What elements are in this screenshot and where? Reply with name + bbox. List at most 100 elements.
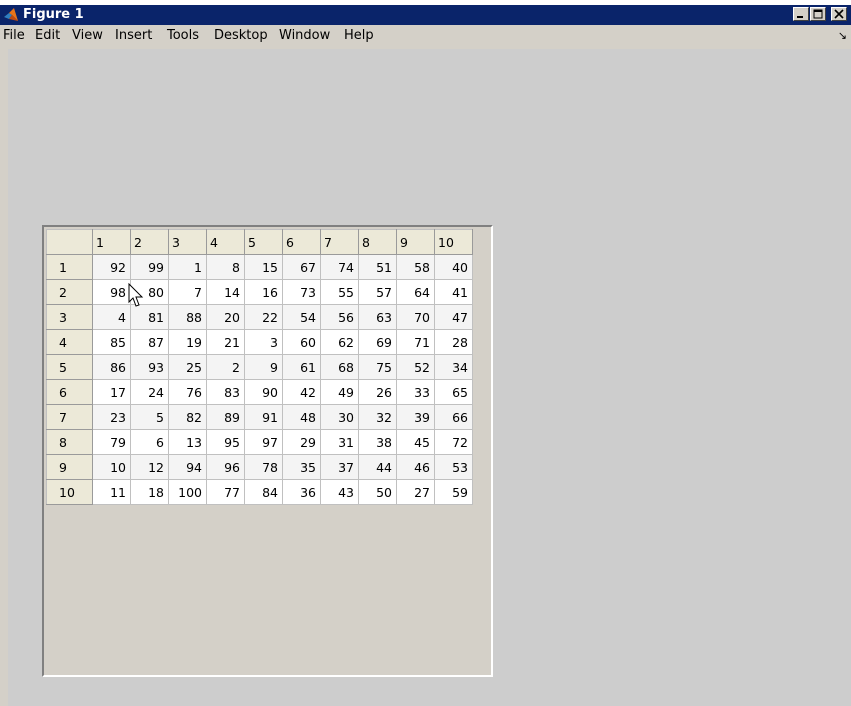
table-cell[interactable]: 74 xyxy=(320,254,359,280)
table-cell[interactable]: 50 xyxy=(358,479,397,505)
table-cell[interactable]: 100 xyxy=(168,479,207,505)
table-cell[interactable]: 97 xyxy=(244,429,283,455)
table-cell[interactable]: 93 xyxy=(130,354,169,380)
table-cell[interactable]: 86 xyxy=(92,354,131,380)
table-cell[interactable]: 90 xyxy=(244,379,283,405)
table-cell[interactable]: 46 xyxy=(396,454,435,480)
table-cell[interactable]: 8 xyxy=(206,254,245,280)
column-header[interactable]: 8 xyxy=(358,229,397,255)
table-cell[interactable]: 3 xyxy=(244,329,283,355)
table-cell[interactable]: 29 xyxy=(282,429,321,455)
row-header[interactable]: 1 xyxy=(46,254,93,280)
row-header[interactable]: 8 xyxy=(46,429,93,455)
table-cell[interactable]: 23 xyxy=(92,404,131,430)
table-cell[interactable]: 43 xyxy=(320,479,359,505)
table-cell[interactable]: 24 xyxy=(130,379,169,405)
table-cell[interactable]: 44 xyxy=(358,454,397,480)
table-cell[interactable]: 35 xyxy=(282,454,321,480)
table-cell[interactable]: 16 xyxy=(244,279,283,305)
table-cell[interactable]: 49 xyxy=(320,379,359,405)
table-cell[interactable]: 42 xyxy=(282,379,321,405)
table-cell[interactable]: 17 xyxy=(92,379,131,405)
table-cell[interactable]: 56 xyxy=(320,304,359,330)
column-header[interactable]: 4 xyxy=(206,229,245,255)
table-cell[interactable]: 1 xyxy=(168,254,207,280)
column-header[interactable]: 6 xyxy=(282,229,321,255)
table-cell[interactable]: 57 xyxy=(358,279,397,305)
table-cell[interactable]: 32 xyxy=(358,404,397,430)
table-cell[interactable]: 15 xyxy=(244,254,283,280)
table-cell[interactable]: 99 xyxy=(130,254,169,280)
table-cell[interactable]: 59 xyxy=(434,479,473,505)
menu-edit[interactable]: Edit xyxy=(35,28,60,44)
table-cell[interactable]: 10 xyxy=(92,454,131,480)
table-cell[interactable]: 34 xyxy=(434,354,473,380)
table-cell[interactable]: 20 xyxy=(206,304,245,330)
table-cell[interactable]: 79 xyxy=(92,429,131,455)
row-header[interactable]: 5 xyxy=(46,354,93,380)
table-cell[interactable]: 26 xyxy=(358,379,397,405)
table-cell[interactable]: 87 xyxy=(130,329,169,355)
table-cell[interactable]: 72 xyxy=(434,429,473,455)
title-bar[interactable]: Figure 1 xyxy=(0,5,851,25)
table-cell[interactable]: 11 xyxy=(92,479,131,505)
table-cell[interactable]: 14 xyxy=(206,279,245,305)
table-cell[interactable]: 75 xyxy=(358,354,397,380)
close-button[interactable] xyxy=(831,7,847,21)
table-cell[interactable]: 77 xyxy=(206,479,245,505)
row-header[interactable]: 7 xyxy=(46,404,93,430)
table-cell[interactable]: 47 xyxy=(434,304,473,330)
table-cell[interactable]: 6 xyxy=(130,429,169,455)
column-header[interactable]: 5 xyxy=(244,229,283,255)
menu-view[interactable]: View xyxy=(72,28,103,44)
table-cell[interactable]: 45 xyxy=(396,429,435,455)
table-cell[interactable]: 92 xyxy=(92,254,131,280)
minimize-button[interactable] xyxy=(793,7,809,21)
table-cell[interactable]: 70 xyxy=(396,304,435,330)
table-cell[interactable]: 30 xyxy=(320,404,359,430)
table-cell[interactable]: 96 xyxy=(206,454,245,480)
table-cell[interactable]: 18 xyxy=(130,479,169,505)
uitable[interactable]: 1 2 3 4 5 6 7 8 9 10 1 92 99 1 8 15 67 74 51 58 40… xyxy=(42,225,493,677)
table-cell[interactable]: 33 xyxy=(396,379,435,405)
table-cell[interactable]: 98 xyxy=(92,279,131,305)
table-cell[interactable]: 61 xyxy=(282,354,321,380)
menu-help[interactable]: Help xyxy=(344,28,374,44)
table-cell[interactable]: 83 xyxy=(206,379,245,405)
table-cell[interactable]: 12 xyxy=(130,454,169,480)
data-table[interactable]: 1 2 3 4 5 6 7 8 9 10 1 92 99 1 8 15 67 74 51 58 40… xyxy=(46,229,473,505)
column-header[interactable]: 1 xyxy=(92,229,131,255)
table-cell[interactable]: 2 xyxy=(206,354,245,380)
table-cell[interactable]: 41 xyxy=(434,279,473,305)
row-header[interactable]: 10 xyxy=(46,479,93,505)
table-cell[interactable]: 28 xyxy=(434,329,473,355)
row-header[interactable]: 9 xyxy=(46,454,93,480)
table-cell[interactable]: 85 xyxy=(92,329,131,355)
table-cell[interactable]: 84 xyxy=(244,479,283,505)
table-cell[interactable]: 39 xyxy=(396,404,435,430)
menu-insert[interactable]: Insert xyxy=(115,28,152,44)
table-cell[interactable]: 95 xyxy=(206,429,245,455)
table-cell[interactable]: 5 xyxy=(130,404,169,430)
table-cell[interactable]: 71 xyxy=(396,329,435,355)
table-cell[interactable]: 67 xyxy=(282,254,321,280)
table-cell[interactable]: 60 xyxy=(282,329,321,355)
table-cell[interactable]: 31 xyxy=(320,429,359,455)
table-cell[interactable]: 69 xyxy=(358,329,397,355)
maximize-button[interactable] xyxy=(810,7,826,21)
table-cell[interactable]: 64 xyxy=(396,279,435,305)
table-cell[interactable]: 36 xyxy=(282,479,321,505)
column-header[interactable]: 2 xyxy=(130,229,169,255)
table-cell[interactable]: 51 xyxy=(358,254,397,280)
table-cell[interactable]: 63 xyxy=(358,304,397,330)
table-cell[interactable]: 62 xyxy=(320,329,359,355)
table-cell[interactable]: 88 xyxy=(168,304,207,330)
menu-file[interactable]: File xyxy=(3,28,25,44)
table-cell[interactable]: 9 xyxy=(244,354,283,380)
table-cell[interactable]: 25 xyxy=(168,354,207,380)
table-cell[interactable]: 13 xyxy=(168,429,207,455)
table-cell[interactable]: 53 xyxy=(434,454,473,480)
table-cell[interactable]: 40 xyxy=(434,254,473,280)
table-cell[interactable]: 37 xyxy=(320,454,359,480)
table-cell[interactable]: 52 xyxy=(396,354,435,380)
